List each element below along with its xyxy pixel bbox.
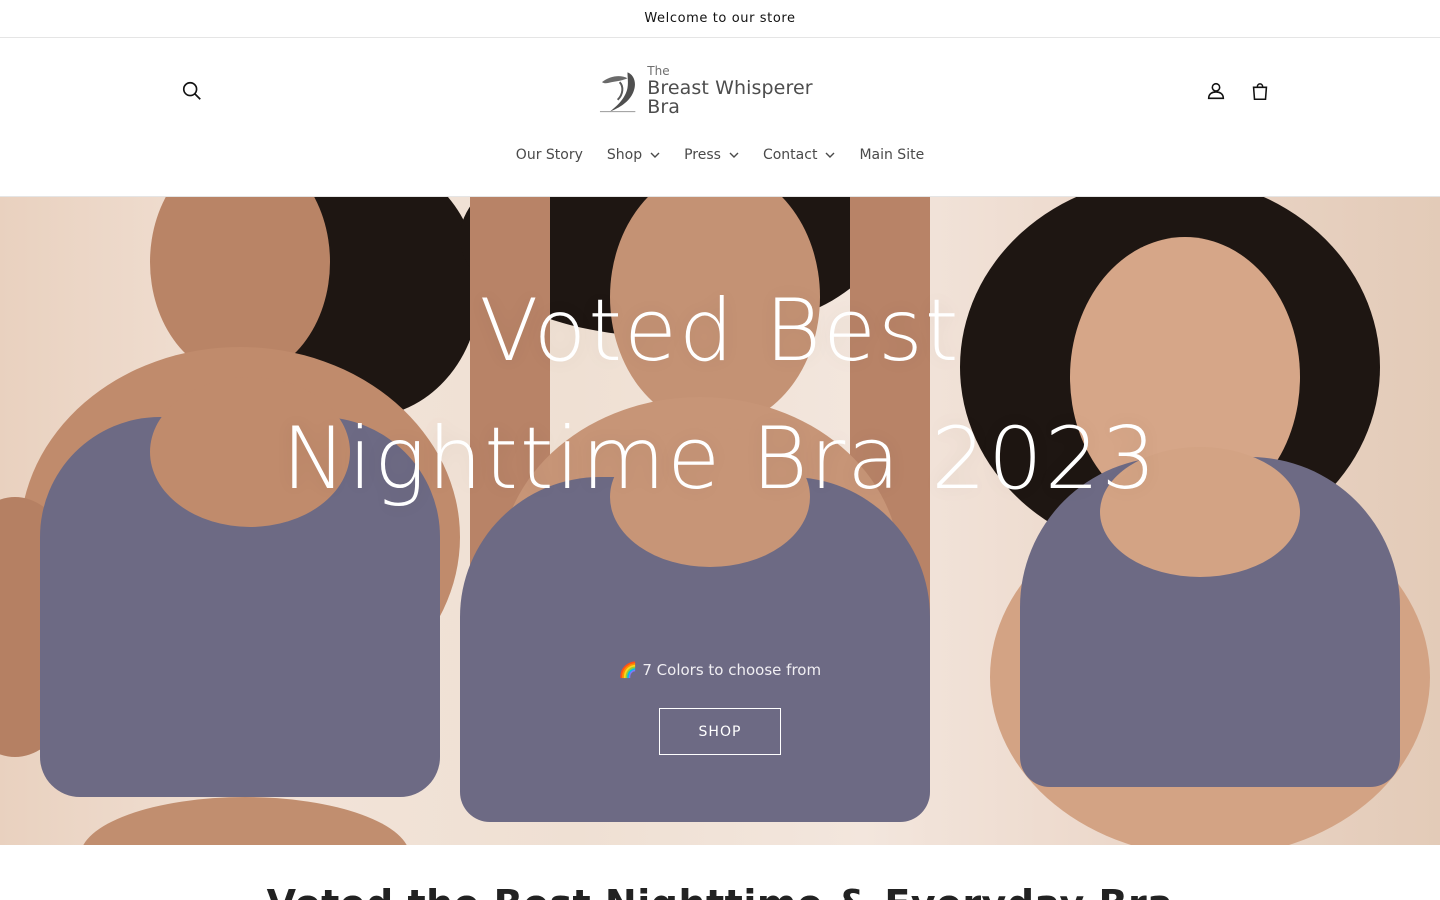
section-heading: Voted the Best Nighttime & Everyday Bra bbox=[0, 882, 1440, 900]
chevron-down-icon bbox=[650, 152, 660, 158]
account-icon bbox=[1207, 82, 1225, 100]
cart-button[interactable] bbox=[1238, 69, 1282, 113]
nav-item-press[interactable]: Press bbox=[672, 138, 751, 172]
nav-label: Our Story bbox=[515, 147, 583, 163]
hero-title-line-2: Nighttime Bra 2023 bbox=[281, 409, 1159, 509]
main-nav: Our Story Shop Press Contact Main Site bbox=[0, 138, 1440, 172]
nav-item-contact[interactable]: Contact bbox=[751, 138, 847, 172]
hero-banner: Voted Best Nighttime Bra 2023 🌈 7 Colors… bbox=[0, 197, 1440, 845]
site-logo[interactable]: The Breast Whisperer Bra bbox=[598, 64, 848, 118]
nav-label: Press bbox=[684, 147, 721, 163]
logo-small-text: The bbox=[647, 64, 670, 78]
hero-title: Voted Best Nighttime Bra 2023 bbox=[0, 267, 1440, 523]
nav-item-shop[interactable]: Shop bbox=[595, 138, 672, 172]
nav-item-our-story[interactable]: Our Story bbox=[504, 138, 595, 172]
nav-label: Contact bbox=[762, 147, 818, 163]
announcement-bar: Welcome to our store bbox=[0, 0, 1440, 38]
nav-item-main-site[interactable]: Main Site bbox=[847, 138, 936, 172]
shop-button[interactable]: SHOP bbox=[659, 708, 781, 755]
chevron-down-icon bbox=[825, 152, 835, 158]
account-button[interactable] bbox=[1194, 69, 1238, 113]
cart-icon bbox=[1252, 83, 1268, 101]
site-header: The Breast Whisperer Bra Our Story Shop … bbox=[0, 38, 1440, 197]
nav-label: Shop bbox=[606, 147, 643, 163]
hero-title-line-1: Voted Best bbox=[479, 281, 961, 381]
chevron-down-icon bbox=[729, 152, 739, 158]
nav-label: Main Site bbox=[859, 147, 925, 163]
search-icon bbox=[182, 81, 201, 100]
search-button[interactable] bbox=[170, 69, 214, 113]
announcement-text: Welcome to our store bbox=[644, 11, 796, 26]
logo-main-text: Breast Whisperer Bra bbox=[647, 77, 813, 118]
swallow-logo-icon bbox=[599, 72, 636, 113]
hero-subtitle: 🌈 7 Colors to choose from bbox=[618, 661, 822, 679]
